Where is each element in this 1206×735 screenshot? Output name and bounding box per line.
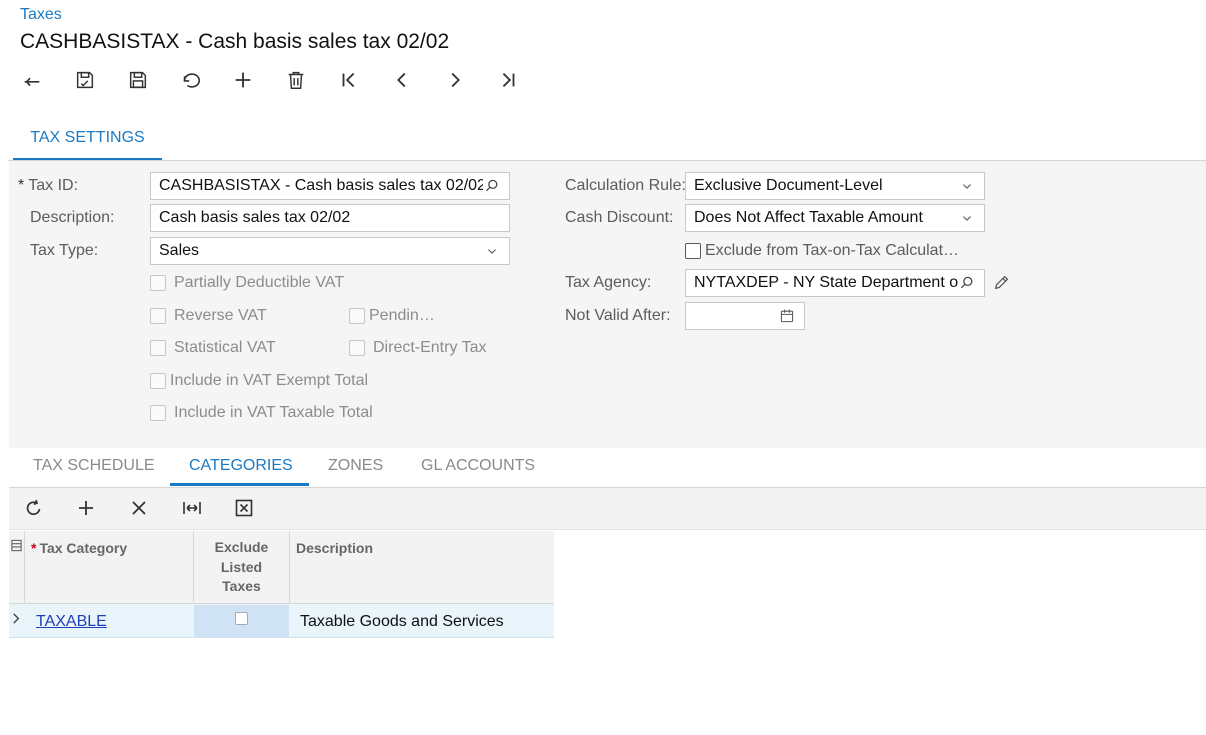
direct-entry-tax-checkbox[interactable]: Direct-Entry Tax [349, 339, 487, 357]
not-valid-after-date[interactable] [685, 302, 805, 330]
checkbox-box [150, 373, 166, 389]
tab-tax-settings[interactable]: TAX SETTINGS [13, 117, 162, 161]
refresh-icon[interactable] [21, 495, 47, 521]
column-header-tax-category[interactable]: * Tax Category [31, 531, 191, 604]
tab-tax-schedule[interactable]: TAX SCHEDULE [33, 446, 155, 486]
description-cell: Taxable Goods and Services [300, 613, 504, 630]
chevron-down-icon [958, 209, 976, 227]
delete-icon[interactable] [282, 66, 310, 94]
previous-icon[interactable] [388, 66, 416, 94]
exclude-listed-taxes-cell[interactable] [194, 605, 289, 638]
last-icon[interactable] [494, 66, 522, 94]
tax-category-link[interactable]: TAXABLE [36, 613, 107, 631]
row-selector-icon[interactable] [10, 539, 24, 553]
search-icon[interactable] [483, 177, 501, 195]
calendar-icon[interactable] [778, 307, 796, 325]
checkbox-box [150, 340, 166, 356]
description-field[interactable]: Cash basis sales tax 02/02 [150, 204, 510, 232]
active-tab-indicator [170, 483, 309, 486]
back-icon[interactable] [18, 66, 46, 94]
tax-id-label: * Tax ID: [18, 177, 79, 194]
page-title: CASHBASISTAX - Cash basis sales tax 02/0… [20, 30, 450, 53]
statistical-vat-checkbox[interactable]: Statistical VAT [150, 339, 276, 357]
tax-type-label: Tax Type: [30, 242, 99, 259]
tax-id-field[interactable]: CASHBASISTAX - Cash basis sales tax 02/0… [150, 172, 510, 200]
chevron-down-icon [958, 177, 976, 195]
cash-discount-label: Cash Discount: [565, 209, 674, 226]
exclude-tax-on-tax-checkbox[interactable]: Exclude from Tax-on-Tax Calculat… [685, 242, 959, 260]
tab-categories[interactable]: CATEGORIES [189, 446, 293, 486]
export-excel-icon[interactable] [231, 495, 257, 521]
checkbox-box [349, 340, 365, 356]
checkbox-box [150, 308, 166, 324]
column-header-exclude-listed-taxes[interactable]: Exclude Listed Taxes [194, 531, 289, 604]
fit-columns-icon[interactable] [179, 495, 205, 521]
tab-zones[interactable]: ZONES [328, 446, 383, 486]
tax-agency-label: Tax Agency: [565, 274, 652, 291]
include-vat-taxable-checkbox[interactable]: Include in VAT Taxable Total [150, 404, 373, 422]
exclude-listed-taxes-checkbox[interactable] [235, 612, 248, 625]
next-icon[interactable] [441, 66, 469, 94]
cash-discount-select[interactable]: Does Not Affect Taxable Amount [685, 204, 985, 232]
pending-checkbox[interactable]: Pendin… [349, 307, 435, 325]
delete-row-icon[interactable] [126, 495, 152, 521]
not-valid-after-label: Not Valid After: [565, 307, 671, 324]
add-icon[interactable] [229, 66, 257, 94]
save-close-icon[interactable] [71, 66, 99, 94]
chevron-down-icon [483, 242, 501, 260]
tab-gl-accounts[interactable]: GL ACCOUNTS [421, 446, 535, 486]
calculation-rule-label: Calculation Rule: [565, 177, 686, 194]
checkbox-box [150, 405, 166, 421]
breadcrumb[interactable]: Taxes [20, 6, 62, 24]
calculation-rule-select[interactable]: Exclusive Document-Level [685, 172, 985, 200]
save-icon[interactable] [124, 66, 152, 94]
partially-deductible-vat-checkbox[interactable]: Partially Deductible VAT [150, 274, 344, 292]
tax-type-select[interactable]: Sales [150, 237, 510, 265]
first-icon[interactable] [335, 66, 363, 94]
add-row-icon[interactable] [73, 495, 99, 521]
undo-icon[interactable] [177, 66, 205, 94]
description-label: Description: [30, 209, 115, 226]
reverse-vat-checkbox[interactable]: Reverse VAT [150, 307, 267, 325]
include-vat-exempt-checkbox[interactable]: Include in VAT Exempt Total [150, 372, 368, 390]
checkbox-box [349, 308, 365, 324]
checkbox-box [150, 275, 166, 291]
column-header-description[interactable]: Description [296, 531, 546, 604]
search-icon[interactable] [958, 274, 976, 292]
tax-agency-field[interactable]: NYTAXDEP - NY State Department of [685, 269, 985, 297]
edit-pencil-icon[interactable] [993, 273, 1013, 293]
checkbox-box [685, 243, 701, 259]
chevron-right-icon[interactable] [11, 612, 23, 626]
